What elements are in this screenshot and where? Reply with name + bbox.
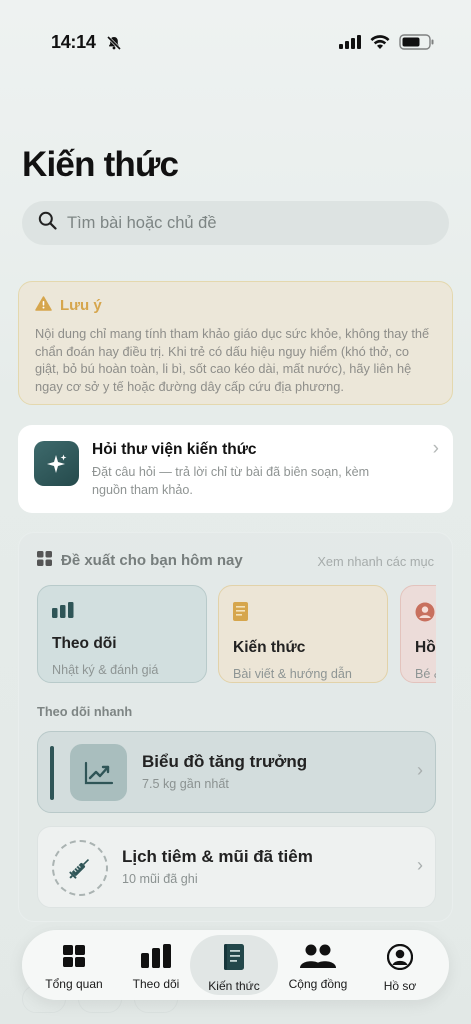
tab-label: Cộng đồng (288, 977, 348, 991)
suggestion-card-title: Theo dõi (52, 635, 117, 652)
suggestion-card-kien-thuc[interactable]: Kiến thức Bài viết & hướng dẫn (218, 585, 388, 683)
tab-label: Tổng quan (45, 977, 103, 991)
grid-icon (37, 551, 52, 570)
ask-library-card[interactable]: Hỏi thư viện kiến thức Đặt câu hỏi — trả… (18, 425, 453, 513)
suggestion-card-subtitle: Bài viết & hướng dẫn (233, 667, 352, 681)
ask-library-title: Hỏi thư viện kiến thức (92, 441, 257, 458)
growth-chart-icon (70, 744, 127, 801)
profile-icon (415, 602, 435, 626)
suggestion-card-subtitle: Nhật ký & đánh giá (52, 663, 159, 677)
wifi-icon (370, 34, 390, 55)
notice-title: Lưu ý (60, 297, 102, 314)
tab-tong-quan[interactable]: Tổng quan (34, 935, 114, 995)
book-icon (223, 944, 245, 975)
page-title: Kiến thức (22, 145, 179, 184)
chevron-right-icon: › (417, 760, 423, 780)
bell-off-icon (106, 35, 122, 56)
vaccination-title: Lịch tiêm & mũi đã tiêm (122, 847, 313, 866)
tab-cong-dong[interactable]: Cộng đồng (278, 935, 358, 995)
ask-library-description: Đặt câu hỏi — trả lời chỉ từ bài đã biên… (92, 465, 370, 497)
quick-view-link[interactable]: Xem nhanh các mục (317, 554, 434, 569)
vaccination-row[interactable]: Lịch tiêm & mũi đã tiêm 10 mũi đã ghi › (37, 826, 436, 908)
suggestions-panel: Đề xuất cho bạn hôm nay Xem nhanh các mụ… (18, 532, 453, 922)
notice-card: Lưu ý Nội dung chỉ mang tính tham khảo g… (18, 281, 453, 405)
accent-bar (50, 746, 54, 800)
notice-body: Nội dung chỉ mang tính tham khảo giáo dụ… (35, 326, 430, 394)
people-icon (300, 944, 336, 973)
tab-kien-thuc[interactable]: Kiến thức (190, 935, 278, 995)
growth-chart-subtitle: 7.5 kg gần nhất (142, 777, 229, 791)
growth-chart-row[interactable]: Biểu đồ tăng trưởng 7.5 kg gần nhất › (37, 731, 436, 813)
suggestion-card-subtitle: Bé & (415, 667, 436, 681)
growth-chart-title: Biểu đồ tăng trưởng (142, 752, 308, 771)
profile-icon (386, 943, 414, 975)
chevron-right-icon: › (432, 438, 439, 459)
book-icon (233, 602, 250, 626)
vaccination-subtitle: 10 mũi đã ghi (122, 872, 198, 886)
quick-track-label: Theo dõi nhanh (37, 704, 133, 719)
syringe-icon (52, 840, 108, 896)
sparkle-icon (34, 441, 79, 486)
search-input[interactable] (67, 213, 427, 233)
suggestion-card-title: Hồ (415, 639, 436, 656)
tab-label: Kiến thức (208, 979, 260, 993)
suggestion-card-ho-so[interactable]: Hồ Bé & (400, 585, 436, 683)
cellular-signal-icon (339, 35, 361, 54)
battery-icon (399, 34, 435, 55)
suggestions-title: Đề xuất cho bạn hôm nay (61, 552, 243, 569)
suggestion-cards-row[interactable]: Theo dõi Nhật ký & đánh giá Kiến thức Bà… (37, 585, 436, 685)
tab-label: Hồ sơ (383, 979, 417, 993)
suggestion-card-title: Kiến thức (233, 639, 306, 656)
status-time: 14:14 (51, 32, 96, 52)
suggestion-card-theo-doi[interactable]: Theo dõi Nhật ký & đánh giá (37, 585, 207, 683)
search-icon (38, 211, 57, 235)
dashboard-icon (62, 944, 86, 973)
tab-label: Theo dõi (132, 977, 180, 991)
tab-bar: Tổng quan Theo dõi Kiến thức Cộng đồng H… (22, 930, 449, 1000)
chevron-right-icon: › (417, 855, 423, 875)
search-bar[interactable] (22, 201, 449, 245)
status-bar: 14:14 (0, 0, 471, 80)
bar-chart-icon (52, 602, 74, 622)
bar-chart-icon (140, 944, 172, 973)
tab-ho-so[interactable]: Hồ sơ (360, 935, 440, 995)
tab-theo-doi[interactable]: Theo dõi (116, 935, 196, 995)
warning-icon (35, 296, 52, 315)
